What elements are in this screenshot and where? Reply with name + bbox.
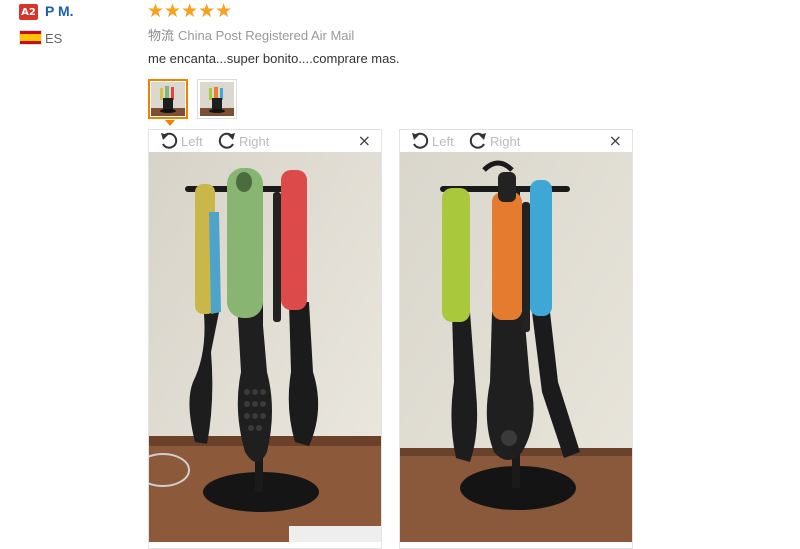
rotate-left-icon [412, 132, 429, 149]
close-viewer-button[interactable]: × [609, 133, 622, 149]
rotate-right-button[interactable]: Right [217, 131, 269, 151]
viewer-toolbar: Left Right × [149, 130, 381, 152]
thumbnail-photo-2[interactable] [197, 79, 237, 119]
rotate-left-button[interactable]: Left [159, 131, 203, 151]
close-viewer-button[interactable]: × [358, 133, 371, 149]
review-comment: me encanta...super bonito....comprare ma… [148, 51, 400, 66]
rotate-right-label: Right [490, 133, 521, 149]
reviewer-badge: A2 [19, 4, 38, 20]
rating-stars: ★★★★★ [147, 0, 233, 22]
rotate-left-label: Left [432, 133, 454, 149]
viewer-toolbar: Left Right × [400, 130, 632, 152]
shipping-label: 物流 [148, 28, 175, 43]
product-photo-1 [149, 152, 381, 542]
rotate-right-button[interactable]: Right [468, 131, 520, 151]
active-thumbnail-indicator [165, 120, 175, 126]
shipping-method: China Post Registered Air Mail [178, 28, 355, 43]
rotate-right-icon [469, 132, 486, 149]
image-viewer-2: Left Right × [399, 129, 633, 549]
shipping-info: 物流 China Post Registered Air Mail [148, 25, 354, 44]
image-viewer-1: Left Right × [148, 129, 382, 549]
product-photo-2 [400, 152, 632, 542]
thumbnail-photo-1[interactable] [148, 79, 188, 119]
rotate-left-icon [161, 132, 178, 149]
rotate-right-label: Right [239, 133, 270, 149]
spain-flag-icon [19, 30, 42, 45]
rotate-right-icon [218, 132, 235, 149]
reviewer-country: ES [45, 31, 63, 46]
rotate-left-button[interactable]: Left [410, 131, 454, 151]
reviewer-name[interactable]: P M. [45, 3, 74, 19]
rotate-left-label: Left [181, 133, 203, 149]
